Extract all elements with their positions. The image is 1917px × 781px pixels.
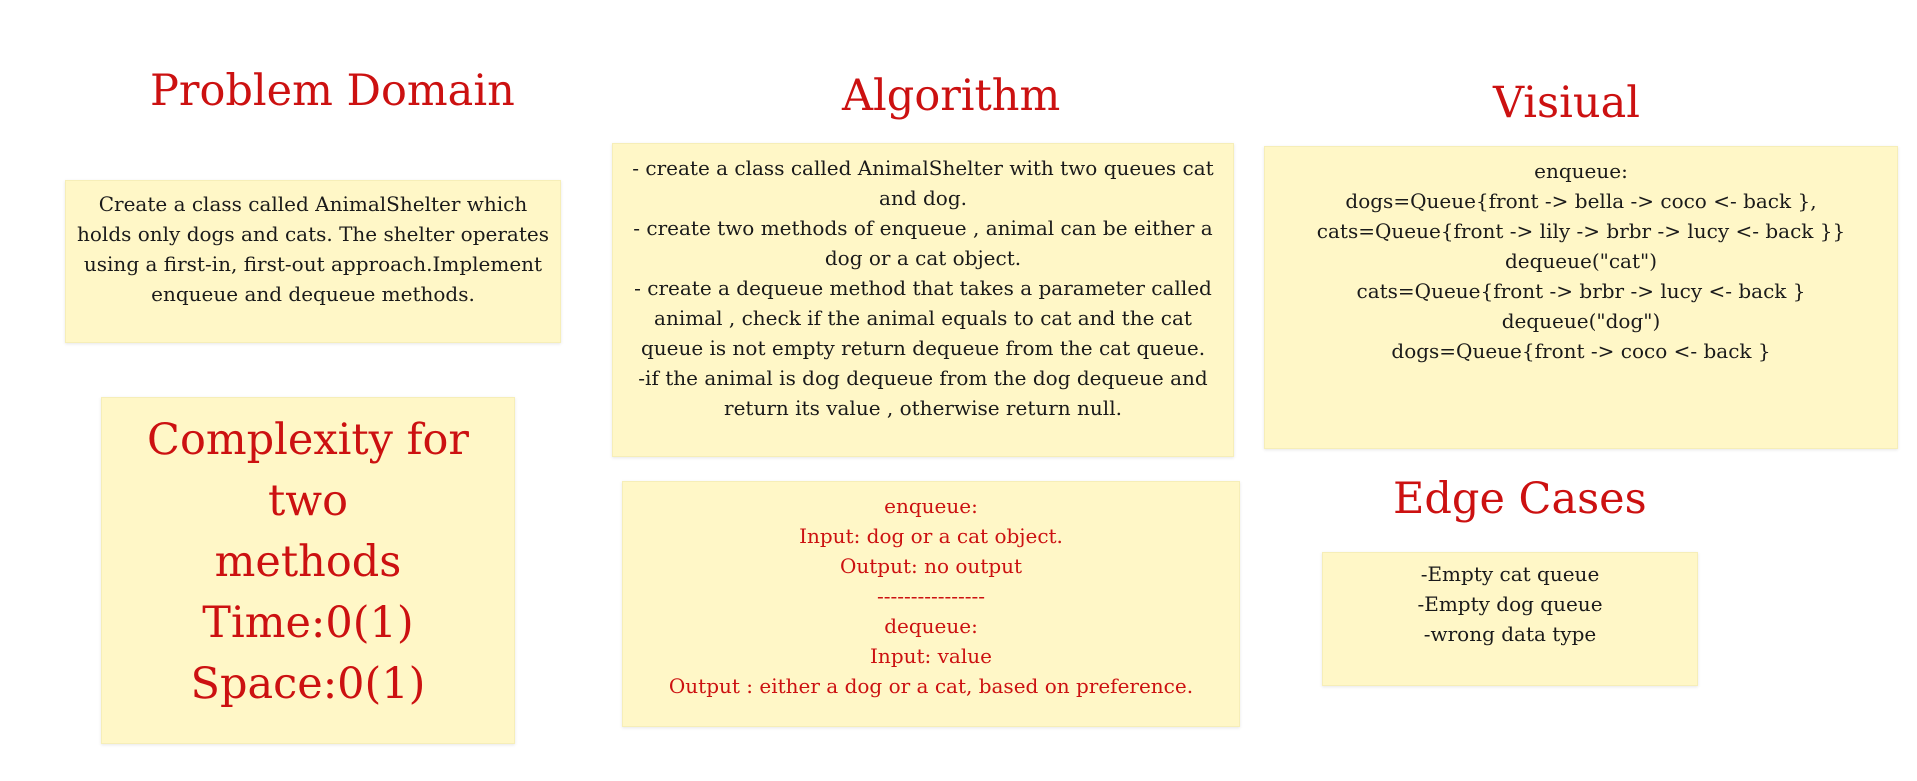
visual-line: dogs=Queue{front -> coco <- back } — [1391, 339, 1771, 363]
io-line: enqueue: — [884, 494, 978, 518]
io-line: Output: no output — [839, 554, 1023, 578]
algorithm-title: Algorithm — [842, 71, 1061, 121]
complexity-time: Time:0(1) — [202, 598, 414, 648]
edge-case-item: -Empty cat queue — [1420, 562, 1600, 586]
io-line: Input: value — [870, 644, 992, 668]
io-spec-note[interactable]: enqueue: Input: dog or a cat object. Out… — [622, 481, 1240, 727]
complexity-line: Complexity for two — [147, 415, 469, 526]
algorithm-step: - create a dequeue method that takes a p… — [634, 276, 1212, 360]
io-line: Input: dog or a cat object. — [799, 524, 1063, 548]
complexity-line: methods — [214, 537, 402, 587]
io-line: Output : either a dog or a cat, based on… — [668, 674, 1194, 698]
algorithm-step: - create a class called AnimalShelter wi… — [632, 156, 1214, 210]
problem-domain-text: Create a class called AnimalShelter whic… — [77, 192, 549, 306]
visual-line: dogs=Queue{front -> bella -> coco <- bac… — [1345, 189, 1817, 213]
edge-case-item: -wrong data type — [1423, 622, 1597, 646]
algorithm-step: - create two methods of enqueue , animal… — [633, 216, 1213, 270]
problem-domain-note[interactable]: Create a class called AnimalShelter whic… — [65, 180, 561, 343]
visual-note[interactable]: enqueue: dogs=Queue{front -> bella -> co… — [1264, 146, 1898, 449]
visual-line: dequeue("dog") — [1501, 309, 1661, 333]
io-line: dequeue: — [884, 614, 978, 638]
visual-line: dequeue("cat") — [1504, 249, 1658, 273]
io-divider: ---------------- — [876, 584, 986, 608]
visual-title: Visiual — [1493, 78, 1640, 128]
complexity-note[interactable]: Complexity for two methods Time:0(1) Spa… — [101, 397, 515, 744]
edge-case-item: -Empty dog queue — [1417, 592, 1603, 616]
visual-line: cats=Queue{front -> lily -> brbr -> lucy… — [1316, 219, 1846, 243]
visual-line: cats=Queue{front -> brbr -> lucy <- back… — [1356, 279, 1806, 303]
algorithm-note[interactable]: - create a class called AnimalShelter wi… — [612, 143, 1234, 457]
visual-line: enqueue: — [1534, 159, 1628, 183]
edge-cases-title: Edge Cases — [1393, 474, 1647, 524]
algorithm-step: -if the animal is dog dequeue from the d… — [638, 366, 1208, 420]
problem-domain-title: Problem Domain — [150, 66, 515, 116]
edge-cases-note[interactable]: -Empty cat queue -Empty dog queue -wrong… — [1322, 552, 1698, 686]
complexity-space: Space:0(1) — [190, 659, 426, 709]
